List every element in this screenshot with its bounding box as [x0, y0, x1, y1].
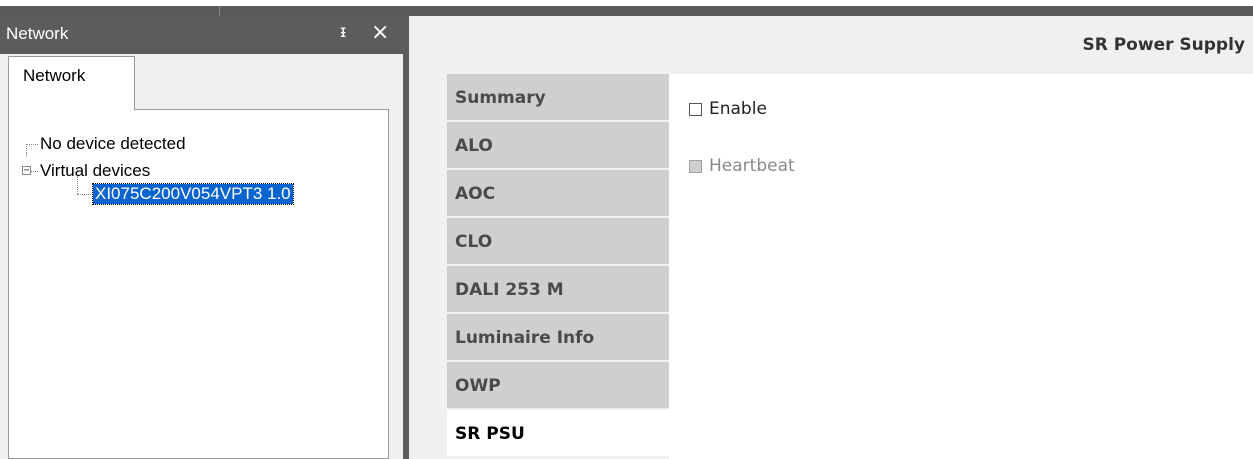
sr-psu-panel: Enable Heartbeat — [669, 74, 1253, 459]
pin-icon[interactable]: ᵻ — [340, 22, 346, 42]
tab-network[interactable]: Network — [8, 56, 135, 110]
tab-dali-253-m[interactable]: DALI 253 M — [447, 266, 669, 312]
network-pane-title: Network — [6, 24, 69, 43]
page-title: SR Power Supply — [1082, 35, 1245, 55]
tab-aoc[interactable]: AOC — [447, 170, 669, 216]
network-pane: Network ᵻ × Network No device detected −… — [0, 16, 403, 459]
top-toolbar — [0, 0, 1253, 16]
enable-option: Enable — [689, 99, 767, 119]
tree-node-no-device[interactable]: No device detected — [40, 134, 186, 154]
tree-connector — [31, 171, 38, 172]
tree-connector — [77, 194, 91, 195]
collapse-icon[interactable]: − — [22, 166, 31, 176]
heartbeat-option: Heartbeat — [689, 156, 795, 176]
content-header: SR Power Supply — [409, 16, 1253, 74]
tab-summary[interactable]: Summary — [447, 74, 669, 120]
tab-sr-psu[interactable]: SR PSU — [447, 410, 669, 456]
tree-node-virtual-devices[interactable]: Virtual devices — [40, 161, 150, 181]
device-tree: No device detected − Virtual devices XI0… — [8, 109, 389, 459]
tab-alo[interactable]: ALO — [447, 122, 669, 168]
content-area: SR Power Supply Summary ALO AOC CLO DALI… — [409, 16, 1253, 459]
enable-label[interactable]: Enable — [709, 99, 767, 119]
network-pane-header: Network ᵻ × — [0, 16, 403, 54]
close-icon[interactable]: × — [371, 20, 389, 45]
tree-node-device[interactable]: XI075C200V054VPT3 1.0 — [92, 183, 294, 205]
tree-connector — [26, 144, 38, 145]
settings-tabs: Summary ALO AOC CLO DALI 253 M Luminaire… — [447, 74, 669, 458]
heartbeat-checkbox — [689, 159, 702, 173]
toolbar-divider — [219, 6, 220, 16]
tree-connector — [26, 144, 27, 157]
toolbar-strip — [0, 6, 1253, 16]
tab-luminaire-info[interactable]: Luminaire Info — [447, 314, 669, 360]
tab-clo[interactable]: CLO — [447, 218, 669, 264]
tab-owp[interactable]: OWP — [447, 362, 669, 408]
heartbeat-label: Heartbeat — [709, 156, 795, 176]
enable-checkbox[interactable] — [689, 102, 702, 116]
